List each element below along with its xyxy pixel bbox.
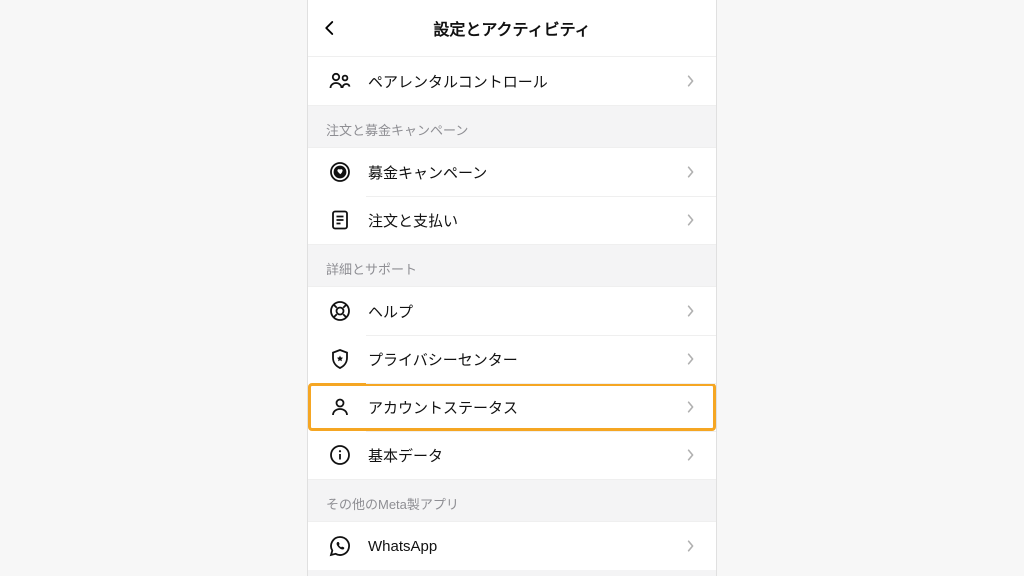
row-label: ペアレンタルコントロール (354, 71, 684, 92)
section-header-support: 詳細とサポート (308, 245, 716, 286)
info-icon (326, 441, 354, 469)
chevron-right-icon (684, 304, 698, 318)
whatsapp-icon (326, 532, 354, 560)
chevron-right-icon (684, 448, 698, 462)
lifebuoy-icon (326, 297, 354, 325)
header-bar: 設定とアクティビティ (308, 0, 716, 57)
row-privacy-center[interactable]: プライバシーセンター (308, 335, 716, 383)
row-account-status[interactable]: アカウントステータス (308, 383, 716, 431)
row-label: 基本データ (354, 445, 684, 466)
people-icon (326, 67, 354, 95)
chevron-right-icon (684, 400, 698, 414)
page-title: 設定とアクティビティ (308, 16, 716, 40)
chevron-right-icon (684, 213, 698, 227)
row-about[interactable]: 基本データ (308, 431, 716, 479)
settings-screen: 設定とアクティビティ ペアレンタルコントロール (307, 0, 717, 576)
back-button[interactable] (308, 0, 352, 56)
row-label: プライバシーセンター (354, 349, 684, 370)
settings-list: ペアレンタルコントロール 注文と募金キャンペーン (308, 57, 716, 576)
chevron-right-icon (684, 165, 698, 179)
row-label: ヘルプ (354, 301, 684, 322)
row-orders-payments[interactable]: 注文と支払い (308, 196, 716, 244)
section-header-meta-apps: その他のMeta製アプリ (308, 480, 716, 521)
shield-star-icon (326, 345, 354, 373)
heart-badge-icon (326, 158, 354, 186)
chevron-left-icon (321, 19, 339, 37)
receipt-icon (326, 206, 354, 234)
row-label: 募金キャンペーン (354, 162, 684, 183)
row-fundraiser[interactable]: 募金キャンペーン (308, 148, 716, 196)
row-parental-control[interactable]: ペアレンタルコントロール (308, 57, 716, 105)
row-label: 注文と支払い (354, 210, 684, 231)
row-label: アカウントステータス (354, 397, 684, 418)
person-icon (326, 393, 354, 421)
chevron-right-icon (684, 74, 698, 88)
section-header-orders: 注文と募金キャンペーン (308, 106, 716, 147)
chevron-right-icon (684, 352, 698, 366)
row-label: WhatsApp (354, 538, 684, 555)
row-help[interactable]: ヘルプ (308, 287, 716, 335)
chevron-right-icon (684, 539, 698, 553)
row-whatsapp[interactable]: WhatsApp (308, 522, 716, 570)
